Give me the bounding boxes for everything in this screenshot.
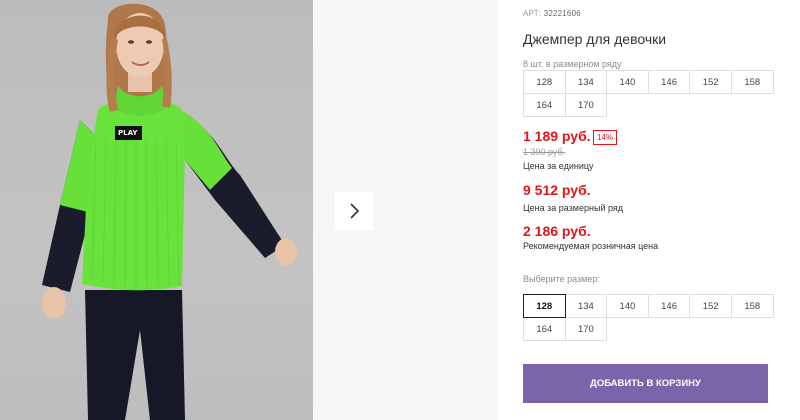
size-set-grid: 128 134 140 146 152 158 164 170 (523, 70, 774, 117)
size-option[interactable]: 152 (689, 294, 732, 318)
gallery-next-button[interactable] (335, 192, 373, 230)
discount-badge: 14% (593, 130, 618, 145)
retail-price-caption: Рекомендуемая розничная цена (523, 241, 659, 251)
size-set-cell: 170 (564, 93, 608, 117)
article-value: 32221606 (543, 9, 581, 18)
size-set-cell: 152 (689, 70, 732, 94)
size-option[interactable]: 170 (564, 317, 608, 341)
size-set-cell: 134 (564, 70, 608, 94)
size-picker: 128 134 140 146 152 158 164 170 (523, 294, 774, 341)
retail-price: 2 186 руб. (523, 223, 591, 239)
size-set-cell: 158 (730, 70, 774, 94)
set-price-caption: Цена за размерный ряд (523, 203, 624, 213)
product-photo[interactable]: PLAY (0, 0, 313, 420)
size-option[interactable]: 134 (564, 294, 608, 318)
size-option[interactable]: 158 (730, 294, 774, 318)
size-set-cell: 128 (523, 70, 566, 94)
size-option[interactable]: 146 (647, 294, 691, 318)
set-price: 9 512 руб. (523, 182, 591, 198)
chevron-right-icon (350, 203, 360, 219)
size-option[interactable]: 140 (606, 294, 649, 318)
article-number: АРТ: 32221606 (523, 9, 581, 18)
old-price: 1 390 руб. (523, 147, 566, 157)
size-set-cell: 140 (606, 70, 649, 94)
product-title: Джемпер для девочки (523, 31, 667, 47)
current-price: 1 189 руб. (523, 128, 591, 144)
article-prefix: АРТ: (523, 9, 542, 18)
add-to-cart-button[interactable]: ДОБАВИТЬ В КОРЗИНУ (523, 364, 768, 403)
size-option-selected[interactable]: 128 (523, 294, 566, 318)
size-set-cell: 146 (647, 70, 691, 94)
product-photo-illustration (42, 3, 297, 420)
choose-size-label: Выберите размер: (523, 274, 600, 284)
size-set-cell: 164 (523, 93, 566, 117)
unit-price-caption: Цена за единицу (523, 161, 594, 171)
sweater-patch-text: PLAY (118, 129, 138, 137)
size-option[interactable]: 164 (523, 317, 566, 341)
size-set-label: 8 шт. в размерном ряду (523, 59, 622, 69)
